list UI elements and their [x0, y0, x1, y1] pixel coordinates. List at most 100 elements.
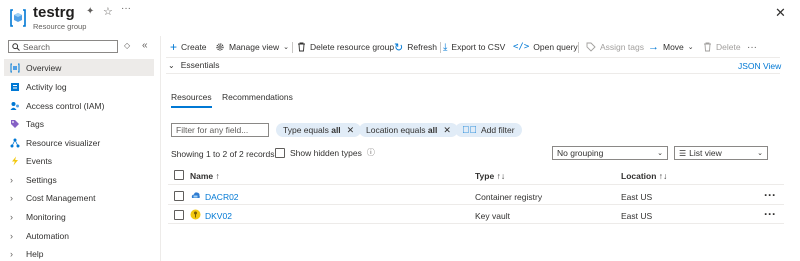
plus-icon: + — [170, 40, 178, 54]
location-filter-pill[interactable]: Location equals all ✕ — [359, 123, 458, 137]
add-filter-icon: ⁺⃞ — [462, 124, 477, 136]
list-icon: ☰ — [679, 148, 687, 158]
sidebar-item-settings[interactable]: › Settings — [4, 171, 154, 188]
toolbar-divider — [292, 42, 293, 53]
tag-icon — [586, 42, 596, 52]
activity-log-icon — [10, 82, 20, 92]
sidebar-item-resource-visualizer[interactable]: Resource visualizer — [4, 134, 154, 151]
chevron-right-icon: › — [10, 174, 13, 185]
close-icon[interactable]: ✕ — [443, 125, 451, 136]
sidebar-divider — [160, 36, 161, 261]
row-checkbox[interactable] — [174, 191, 184, 201]
type-filter-pill[interactable]: Type equals all ✕ — [276, 123, 362, 137]
lightning-icon — [10, 156, 20, 166]
column-name[interactable]: Name ↑ — [190, 171, 220, 181]
query-icon: </> — [513, 42, 530, 52]
refresh-button[interactable]: ↻ Refresh — [394, 39, 437, 55]
grouping-dropdown[interactable]: No grouping ⌄ — [552, 146, 668, 160]
chevron-down-icon: ⌄ — [283, 44, 289, 51]
sidebar-item-activity-log[interactable]: Activity log — [4, 78, 154, 95]
toolbar-more-icon[interactable]: ··· — [747, 39, 757, 55]
essentials-divider-bottom — [166, 73, 780, 74]
row-more-icon[interactable]: ··· — [764, 188, 776, 202]
move-button[interactable]: → Move ⌄ — [648, 39, 694, 55]
close-icon[interactable]: ✕ — [775, 5, 786, 21]
chevron-down-icon: ⌄ — [168, 60, 175, 70]
show-hidden-checkbox[interactable] — [275, 147, 285, 158]
show-hidden-toggle[interactable]: Show hidden types ⓘ — [275, 147, 375, 158]
sidebar-item-cost-management[interactable]: › Cost Management — [4, 189, 154, 206]
chevron-right-icon: › — [10, 230, 13, 241]
table-row[interactable]: DACR02 Container registry East US ··· — [168, 187, 784, 205]
table-row[interactable]: DKV02 Key vault East US ··· — [168, 206, 784, 224]
row-checkbox[interactable] — [174, 210, 184, 220]
sidebar-item-monitoring[interactable]: › Monitoring — [4, 208, 154, 225]
manage-view-button[interactable]: Manage view ⌄ — [215, 39, 289, 55]
visualizer-icon — [10, 138, 20, 148]
resource-name-link[interactable]: DACR02 — [205, 192, 239, 202]
sidebar-item-help[interactable]: › Help — [4, 245, 154, 261]
resource-type: Container registry — [475, 192, 543, 202]
export-csv-button[interactable]: ⤓ Export to CSV — [443, 39, 505, 55]
toolbar-divider — [440, 42, 441, 53]
page-subtitle: Resource group — [33, 22, 87, 31]
search-placeholder: Search — [23, 41, 50, 52]
search-input[interactable]: Search — [8, 40, 118, 53]
delete-resource-group-button[interactable]: Delete resource group — [297, 39, 394, 55]
column-type[interactable]: Type ↑↓ — [475, 171, 505, 181]
sidebar-item-iam[interactable]: Access control (IAM) — [4, 97, 154, 114]
page-title: testrg — [33, 4, 75, 21]
close-icon[interactable]: ✕ — [347, 125, 355, 136]
search-icon — [12, 42, 20, 51]
tab-recommendations[interactable]: Recommendations — [222, 92, 293, 102]
essentials-divider-top — [166, 57, 780, 58]
sidebar-item-automation[interactable]: › Automation — [4, 227, 154, 244]
trash-icon — [703, 42, 712, 52]
expand-icon[interactable]: ◇ — [124, 41, 130, 50]
gear-icon — [215, 42, 225, 52]
open-query-button[interactable]: </> Open query — [513, 39, 578, 55]
download-icon: ⤓ — [443, 41, 448, 53]
resource-group-icon — [8, 8, 28, 28]
tab-resources[interactable]: Resources — [171, 92, 212, 108]
essentials-toggle[interactable]: ⌄ Essentials — [168, 60, 219, 70]
column-location[interactable]: Location ↑↓ — [621, 171, 667, 181]
resource-name-link[interactable]: DKV02 — [205, 211, 232, 221]
chevron-down-icon: ⌄ — [657, 150, 663, 157]
more-icon[interactable]: ··· — [121, 3, 131, 14]
resource-location: East US — [621, 192, 653, 202]
info-icon: ⓘ — [366, 148, 375, 157]
json-view-link[interactable]: JSON View — [738, 61, 781, 71]
tab-underline — [171, 106, 212, 108]
sidebar-item-overview[interactable]: Overview — [4, 59, 154, 76]
container-registry-icon — [190, 190, 201, 201]
arrow-right-icon: → — [648, 41, 659, 53]
resource-location: East US — [621, 211, 653, 221]
add-filter-button[interactable]: ⁺⃞ Add filter — [455, 123, 522, 137]
tag-icon — [10, 119, 20, 129]
chevron-down-icon: ⌄ — [687, 44, 694, 51]
filter-input[interactable]: Filter for any field... — [171, 123, 269, 137]
star-icon[interactable]: ☆ — [103, 5, 113, 18]
view-dropdown[interactable]: ☰ List view ⌄ — [674, 146, 768, 160]
chevron-right-icon: › — [10, 211, 13, 222]
records-count: Showing 1 to 2 of 2 records. — [171, 149, 277, 159]
collapse-sidebar-icon[interactable]: « — [142, 40, 148, 51]
row-more-icon[interactable]: ··· — [764, 207, 776, 221]
iam-icon — [10, 101, 20, 111]
assign-tags-button[interactable]: Assign tags — [586, 39, 644, 55]
key-vault-icon — [190, 209, 201, 220]
select-all-checkbox[interactable] — [174, 170, 184, 180]
overview-icon — [10, 63, 20, 73]
create-button[interactable]: + Create — [170, 39, 207, 55]
table-header: Name ↑ Type ↑↓ Location ↑↓ — [168, 167, 784, 185]
refresh-icon: ↻ — [394, 41, 404, 54]
chevron-down-icon: ⌄ — [757, 150, 763, 157]
delete-button[interactable]: Delete — [703, 39, 741, 55]
toolbar-divider — [578, 42, 579, 53]
pin-icon[interactable]: ✦ — [86, 6, 94, 17]
chevron-right-icon: › — [10, 248, 13, 259]
sidebar-item-tags[interactable]: Tags — [4, 115, 154, 132]
resource-type: Key vault — [475, 211, 510, 221]
sidebar-item-events[interactable]: Events — [4, 152, 154, 169]
